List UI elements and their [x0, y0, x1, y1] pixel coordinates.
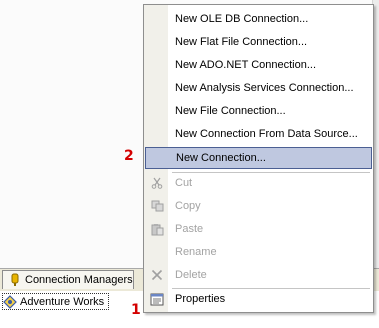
connection-manager-icon	[3, 294, 17, 309]
menu-item-new-file-connection[interactable]: New File Connection...	[145, 100, 372, 122]
connection-manager-label: Adventure Works	[20, 295, 105, 308]
properties-icon	[145, 288, 169, 310]
context-menu: New OLE DB Connection... New Flat File C…	[143, 4, 374, 313]
menu-item-properties[interactable]: Properties	[145, 288, 372, 310]
menu-item-paste[interactable]: Paste	[145, 218, 372, 240]
copy-icon	[145, 195, 169, 217]
menu-item-new-connection-from-data-source[interactable]: New Connection From Data Source...	[145, 123, 372, 145]
menu-item-rename[interactable]: Rename	[145, 241, 372, 263]
callout-number-1: 1	[131, 302, 141, 318]
menu-item-new-analysis-services-connection[interactable]: New Analysis Services Connection...	[145, 77, 372, 99]
delete-x-icon	[145, 264, 169, 286]
scissors-icon	[145, 172, 169, 194]
menu-item-new-ole-db-connection[interactable]: New OLE DB Connection...	[145, 8, 372, 30]
paste-icon	[145, 218, 169, 240]
menu-item-cut[interactable]: Cut	[145, 172, 372, 194]
menu-item-new-connection[interactable]: New Connection...	[145, 147, 372, 169]
tab-connection-managers[interactable]: Connection Managers	[2, 270, 134, 289]
menu-item-copy[interactable]: Copy	[145, 195, 372, 217]
menu-item-new-flat-file-connection[interactable]: New Flat File Connection...	[145, 31, 372, 53]
connection-managers-icon	[9, 273, 21, 287]
menu-item-delete[interactable]: Delete	[145, 264, 372, 286]
connection-manager-adventure-works[interactable]: Adventure Works	[2, 293, 110, 310]
callout-number-2: 2	[124, 148, 134, 164]
tab-connection-managers-label: Connection Managers	[25, 274, 133, 286]
menu-item-new-ado-net-connection[interactable]: New ADO.NET Connection...	[145, 54, 372, 76]
